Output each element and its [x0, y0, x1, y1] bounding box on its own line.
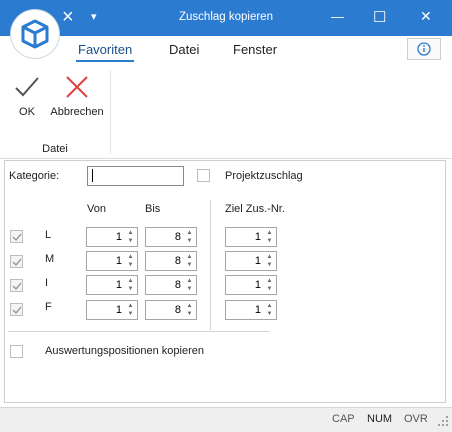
spinner-value: 1 — [254, 279, 261, 291]
spinner-value: 1 — [115, 304, 122, 316]
spinner-arrows-icon[interactable]: ▲ ▼ — [126, 302, 135, 318]
kategorie-label: Kategorie: — [9, 170, 60, 182]
projektzuschlag-checkbox[interactable] — [197, 169, 210, 182]
row-label-i: I — [45, 277, 49, 289]
bis-spinner-l[interactable]: 8 ▲ ▼ — [145, 227, 197, 247]
auswertung-checkbox[interactable] — [10, 345, 23, 358]
checkmark-icon — [12, 282, 22, 291]
spinner-arrows-icon[interactable]: ▲ ▼ — [265, 229, 274, 245]
ziel-spinner-i[interactable]: 1 ▲ ▼ — [225, 275, 277, 295]
cancel-label: Abbrechen — [50, 106, 104, 118]
ok-label: OK — [19, 106, 35, 118]
tab-favoriten[interactable]: Favoriten — [78, 42, 132, 57]
checkmark-icon — [12, 233, 22, 242]
ribbon-group-divider — [110, 70, 111, 154]
row-checkbox-f[interactable] — [10, 303, 23, 316]
spinner-value: 1 — [254, 231, 261, 243]
column-divider — [210, 200, 211, 330]
bis-spinner-m[interactable]: 8 ▲ ▼ — [145, 251, 197, 271]
resize-grip-icon[interactable] — [437, 415, 449, 427]
ziel-spinner-f[interactable]: 1 ▲ ▼ — [225, 300, 277, 320]
column-header-von: Von — [87, 203, 106, 215]
cube-icon — [21, 19, 49, 49]
spinner-value: 1 — [115, 255, 122, 267]
von-spinner-f[interactable]: 1 ▲ ▼ — [86, 300, 138, 320]
status-cap: CAP — [332, 413, 355, 425]
quick-access-dropdown-icon[interactable]: ▾ — [91, 10, 97, 23]
checkmark-icon — [12, 306, 22, 315]
spinner-arrows-icon[interactable]: ▲ ▼ — [185, 229, 194, 245]
ribbon-group-label: Datei — [42, 143, 68, 155]
spinner-arrows-icon[interactable]: ▲ ▼ — [126, 253, 135, 269]
app-logo[interactable] — [11, 10, 59, 58]
info-button[interactable] — [407, 38, 441, 60]
spinner-value: 8 — [174, 231, 181, 243]
column-header-ziel: Ziel Zus.-Nr. — [225, 203, 285, 215]
tab-fenster[interactable]: Fenster — [233, 42, 277, 57]
spinner-arrows-icon[interactable]: ▲ ▼ — [265, 253, 274, 269]
spinner-arrows-icon[interactable]: ▲ ▼ — [126, 277, 135, 293]
row-checkbox-m[interactable] — [10, 255, 23, 268]
cancel-button[interactable]: Abbrechen — [48, 72, 106, 124]
spinner-arrows-icon[interactable]: ▲ ▼ — [265, 302, 274, 318]
row-label-m: M — [45, 253, 55, 265]
spinner-arrows-icon[interactable]: ▲ ▼ — [185, 253, 194, 269]
close-small-icon[interactable]: × — [62, 6, 74, 29]
auswertung-label: Auswertungspositionen kopieren — [45, 345, 204, 357]
row-label-f: F — [45, 301, 52, 313]
info-icon — [417, 42, 431, 56]
row-label-l: L — [45, 229, 52, 241]
checkmark-icon — [12, 258, 22, 267]
spinner-value: 8 — [174, 279, 181, 291]
spinner-arrows-icon[interactable]: ▲ ▼ — [185, 277, 194, 293]
projektzuschlag-label: Projektzuschlag — [225, 170, 303, 182]
von-spinner-i[interactable]: 1 ▲ ▼ — [86, 275, 138, 295]
minimize-icon[interactable]: — — [331, 9, 344, 24]
bis-spinner-f[interactable]: 8 ▲ ▼ — [145, 300, 197, 320]
ok-button[interactable]: OK — [8, 72, 46, 124]
tab-datei[interactable]: Datei — [169, 42, 199, 57]
ziel-spinner-m[interactable]: 1 ▲ ▼ — [225, 251, 277, 271]
column-header-bis: Bis — [145, 203, 161, 215]
spinner-arrows-icon[interactable]: ▲ ▼ — [126, 229, 135, 245]
maximize-icon[interactable]: ☐ — [373, 8, 386, 26]
spinner-arrows-icon[interactable]: ▲ ▼ — [185, 302, 194, 318]
spinner-value: 1 — [254, 304, 261, 316]
ribbon-tabs — [0, 36, 452, 67]
checkmark-icon — [15, 77, 39, 97]
spinner-value: 1 — [115, 231, 122, 243]
von-spinner-l[interactable]: 1 ▲ ▼ — [86, 227, 138, 247]
section-divider — [8, 331, 270, 332]
active-tab-indicator — [76, 60, 134, 62]
status-ovr: OVR — [404, 413, 428, 425]
spinner-value: 1 — [254, 255, 261, 267]
von-spinner-m[interactable]: 1 ▲ ▼ — [86, 251, 138, 271]
close-icon[interactable]: ✕ — [420, 8, 432, 25]
spinner-arrows-icon[interactable]: ▲ ▼ — [265, 277, 274, 293]
spinner-value: 8 — [174, 304, 181, 316]
ziel-spinner-l[interactable]: 1 ▲ ▼ — [225, 227, 277, 247]
row-checkbox-i[interactable] — [10, 279, 23, 292]
spinner-value: 8 — [174, 255, 181, 267]
cross-icon — [66, 76, 88, 98]
kategorie-input[interactable] — [87, 166, 184, 186]
text-caret — [92, 169, 93, 182]
row-checkbox-l[interactable] — [10, 230, 23, 243]
spinner-value: 1 — [115, 279, 122, 291]
status-num: NUM — [367, 413, 393, 425]
bis-spinner-i[interactable]: 8 ▲ ▼ — [145, 275, 197, 295]
